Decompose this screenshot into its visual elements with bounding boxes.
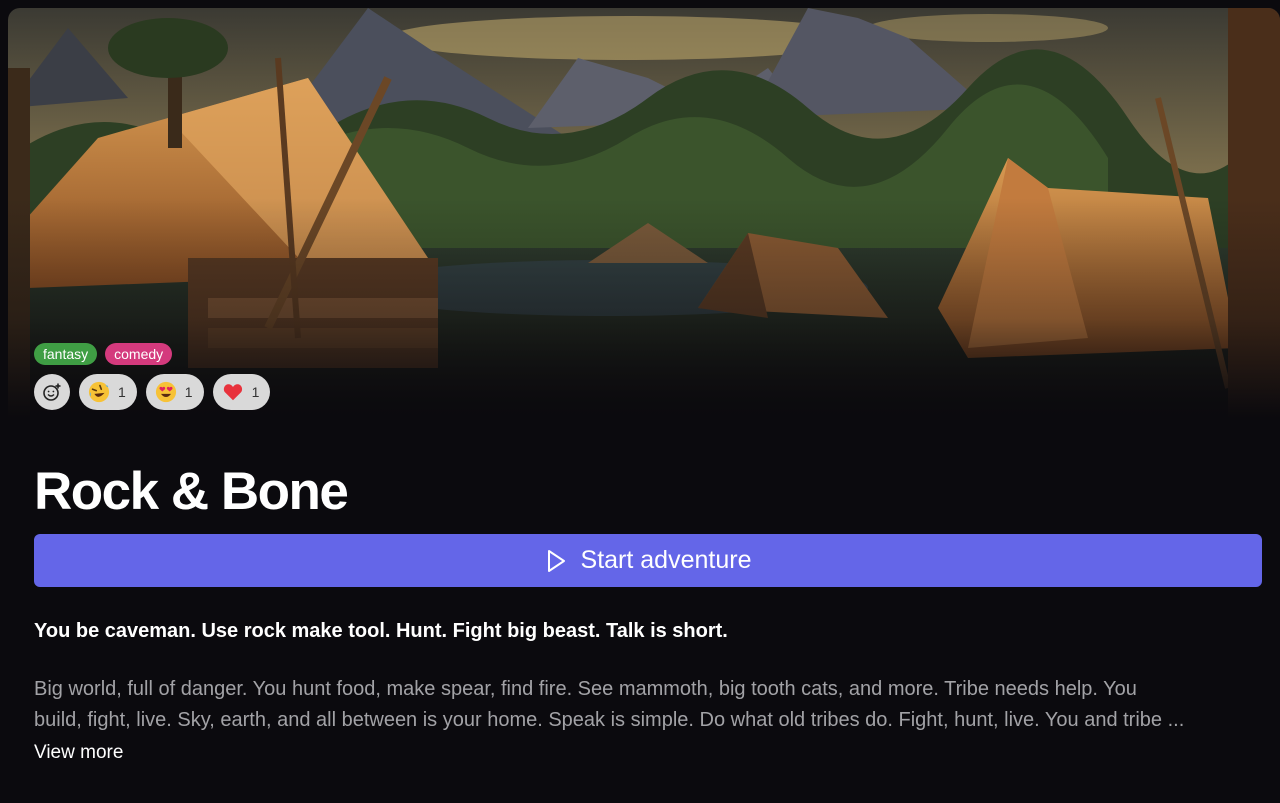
adventure-tagline: You be caveman. Use rock make tool. Hunt… xyxy=(34,620,728,642)
play-icon xyxy=(547,549,565,572)
adventure-description: Big world, full of danger. You hunt food… xyxy=(34,674,1262,736)
reaction-count: 1 xyxy=(184,384,193,400)
add-reaction-icon xyxy=(43,383,61,401)
heart-eyes-icon xyxy=(155,381,176,403)
reaction-heart-eyes[interactable]: 1 xyxy=(145,374,204,410)
view-more-link[interactable]: View more xyxy=(34,740,123,766)
adventure-title: Rock & Bone xyxy=(34,462,349,521)
adventure-page: fantasy comedy 1 1 1 Rock & Bone Start a… xyxy=(0,0,1280,803)
tag-list: fantasy comedy xyxy=(34,343,173,365)
village-illustration xyxy=(8,8,1280,418)
hero-image xyxy=(8,8,1280,418)
red-heart-icon xyxy=(223,384,242,401)
reaction-rofl[interactable]: 1 xyxy=(79,374,137,410)
start-adventure-button[interactable]: Start adventure xyxy=(34,534,1262,587)
reaction-bar: 1 1 1 xyxy=(34,374,271,410)
reaction-red-heart[interactable]: 1 xyxy=(212,374,271,410)
tag-comedy[interactable]: comedy xyxy=(105,343,173,365)
reaction-count: 1 xyxy=(118,384,126,400)
reaction-count: 1 xyxy=(251,384,260,400)
start-adventure-label: Start adventure xyxy=(580,546,752,574)
rolling-on-floor-laughing-icon xyxy=(88,381,110,403)
add-reaction-button[interactable] xyxy=(34,374,70,410)
tag-fantasy[interactable]: fantasy xyxy=(34,343,98,365)
description-line-1: Big world, full of danger. You hunt food… xyxy=(34,678,1137,700)
description-line-2: build, fight, live. Sky, earth, and all … xyxy=(34,709,1185,731)
